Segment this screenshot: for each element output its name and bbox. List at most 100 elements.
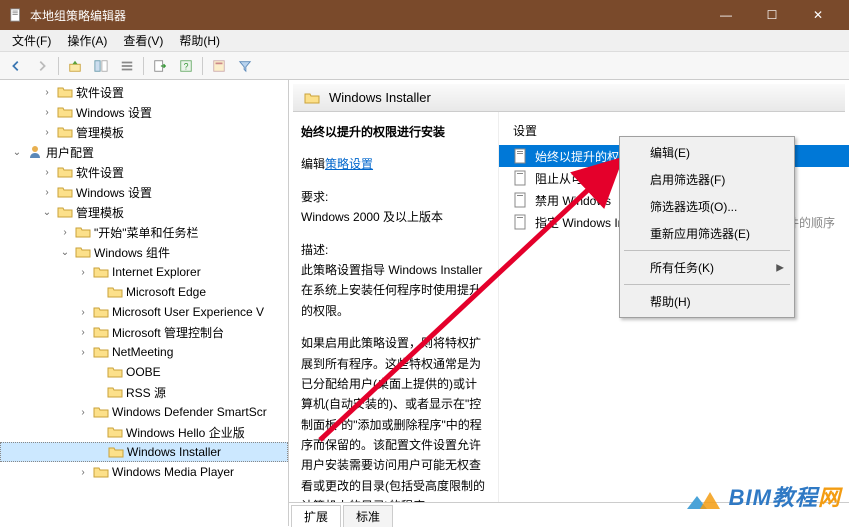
- properties-button[interactable]: [89, 55, 113, 77]
- context-enable-filter[interactable]: 启用筛选器(F): [622, 166, 792, 193]
- folder-icon: [57, 204, 73, 220]
- context-menu[interactable]: 编辑(E) 启用筛选器(F) 筛选器选项(O)... 重新应用筛选器(E) 所有…: [619, 136, 795, 318]
- context-all-tasks[interactable]: 所有任务(K)▶: [622, 254, 792, 281]
- chevron-right-icon: ›: [40, 87, 54, 98]
- folder-icon: [57, 184, 73, 200]
- tree-windows-settings-2[interactable]: ›Windows 设置: [0, 182, 288, 202]
- menu-action[interactable]: 操作(A): [59, 30, 115, 51]
- refresh-button[interactable]: ?: [174, 55, 198, 77]
- tab-standard[interactable]: 标准: [343, 505, 393, 527]
- menu-bar: 文件(F) 操作(A) 查看(V) 帮助(H): [0, 30, 849, 52]
- folder-icon: [93, 404, 109, 420]
- folder-icon: [304, 90, 320, 106]
- chevron-down-icon: ⌄: [40, 207, 54, 218]
- toolbar-separator: [58, 57, 59, 75]
- list-view-button[interactable]: [115, 55, 139, 77]
- folder-icon: [93, 464, 109, 480]
- tree-mmc[interactable]: ›Microsoft 管理控制台: [0, 322, 288, 342]
- nav-forward-button[interactable]: [30, 55, 54, 77]
- chevron-right-icon: ›: [40, 127, 54, 138]
- tree-netmeeting[interactable]: ›NetMeeting: [0, 342, 288, 362]
- folder-icon: [75, 244, 91, 260]
- tree-windows-hello[interactable]: Windows Hello 企业版: [0, 422, 288, 442]
- tree-admin-templates-2[interactable]: ⌄管理模板: [0, 202, 288, 222]
- policy-title: 始终以提升的权限进行安装: [301, 122, 486, 142]
- chevron-right-icon: ›: [40, 187, 54, 198]
- tree-internet-explorer[interactable]: ›Internet Explorer: [0, 262, 288, 282]
- menu-help[interactable]: 帮助(H): [171, 30, 228, 51]
- policy-icon: [513, 170, 529, 186]
- chevron-right-icon: ▶: [776, 262, 784, 273]
- context-filter-options[interactable]: 筛选器选项(O)...: [622, 193, 792, 220]
- tree-windows-installer[interactable]: Windows Installer: [0, 442, 288, 462]
- folder-icon: [93, 264, 109, 280]
- chevron-right-icon: ›: [76, 407, 90, 418]
- tree-panel[interactable]: ›软件设置 ›Windows 设置 ›管理模板 ⌄用户配置 ›软件设置 ›Win…: [0, 80, 289, 526]
- tree-windows-settings[interactable]: ›Windows 设置: [0, 102, 288, 122]
- close-button[interactable]: ✕: [795, 0, 841, 30]
- description-column: 始终以提升的权限进行安装 编辑策略设置 要求:Windows 2000 及以上版…: [289, 112, 499, 502]
- folder-icon: [93, 304, 109, 320]
- chevron-right-icon: ›: [76, 267, 90, 278]
- svg-text:?: ?: [184, 61, 189, 71]
- toolbar: ?: [0, 52, 849, 80]
- right-panel-header: Windows Installer: [293, 84, 845, 112]
- menu-separator: [624, 284, 790, 285]
- context-help[interactable]: 帮助(H): [622, 288, 792, 315]
- edit-policy-link[interactable]: 策略设置: [325, 157, 373, 171]
- settings-column: 设置 始终以提升的权限进行安装 阻止从可移动 禁用 Windows 指定 Win…: [499, 112, 849, 502]
- folder-icon: [107, 384, 123, 400]
- chevron-right-icon: ›: [76, 467, 90, 478]
- toolbar-separator: [143, 57, 144, 75]
- tree-windows-components[interactable]: ⌄Windows 组件: [0, 242, 288, 262]
- menu-view[interactable]: 查看(V): [115, 30, 171, 51]
- chevron-right-icon: ›: [76, 347, 90, 358]
- tab-extended[interactable]: 扩展: [291, 505, 341, 527]
- chevron-right-icon: ›: [76, 307, 90, 318]
- tree-user-config[interactable]: ⌄用户配置: [0, 142, 288, 162]
- folder-icon: [57, 124, 73, 140]
- folder-icon: [57, 104, 73, 120]
- tree-oobe[interactable]: OOBE: [0, 362, 288, 382]
- filter-options-button[interactable]: [207, 55, 231, 77]
- chevron-down-icon: ⌄: [10, 147, 24, 158]
- context-edit[interactable]: 编辑(E): [622, 139, 792, 166]
- right-panel: Windows Installer 始终以提升的权限进行安装 编辑策略设置 要求…: [289, 80, 849, 526]
- tree-start-menu[interactable]: ›"开始"菜单和任务栏: [0, 222, 288, 242]
- tree-admin-templates[interactable]: ›管理模板: [0, 122, 288, 142]
- tree-muev[interactable]: ›Microsoft User Experience V: [0, 302, 288, 322]
- toolbar-separator: [202, 57, 203, 75]
- policy-icon: [513, 148, 529, 164]
- tree-rss[interactable]: RSS 源: [0, 382, 288, 402]
- menu-file[interactable]: 文件(F): [4, 30, 59, 51]
- chevron-right-icon: ›: [58, 227, 72, 238]
- chevron-right-icon: ›: [40, 107, 54, 118]
- context-reapply-filter[interactable]: 重新应用筛选器(E): [622, 220, 792, 247]
- menu-separator: [624, 250, 790, 251]
- right-header-title: Windows Installer: [329, 90, 431, 105]
- minimize-button[interactable]: —: [703, 0, 749, 30]
- window-title: 本地组策略编辑器: [30, 7, 703, 24]
- tree-defender-smartscreen[interactable]: ›Windows Defender SmartScr: [0, 402, 288, 422]
- folder-icon: [107, 364, 123, 380]
- folder-icon: [57, 84, 73, 100]
- folder-icon: [57, 164, 73, 180]
- tree-software-settings[interactable]: ›软件设置: [0, 82, 288, 102]
- tree-software-settings-2[interactable]: ›软件设置: [0, 162, 288, 182]
- chevron-down-icon: ⌄: [58, 247, 72, 258]
- export-button[interactable]: [148, 55, 172, 77]
- policy-icon: [513, 192, 529, 208]
- maximize-button[interactable]: ☐: [749, 0, 795, 30]
- filter-button[interactable]: [233, 55, 257, 77]
- up-level-button[interactable]: [63, 55, 87, 77]
- folder-icon: [107, 284, 123, 300]
- nav-back-button[interactable]: [4, 55, 28, 77]
- policy-icon: [513, 214, 529, 230]
- title-bar: 本地组策略编辑器 — ☐ ✕: [0, 0, 849, 30]
- tree-microsoft-edge[interactable]: Microsoft Edge: [0, 282, 288, 302]
- bottom-tabs: 扩展 标准: [289, 502, 849, 526]
- folder-icon: [93, 324, 109, 340]
- tree-windows-media-player[interactable]: ›Windows Media Player: [0, 462, 288, 482]
- user-config-icon: [27, 144, 43, 160]
- folder-icon: [107, 424, 123, 440]
